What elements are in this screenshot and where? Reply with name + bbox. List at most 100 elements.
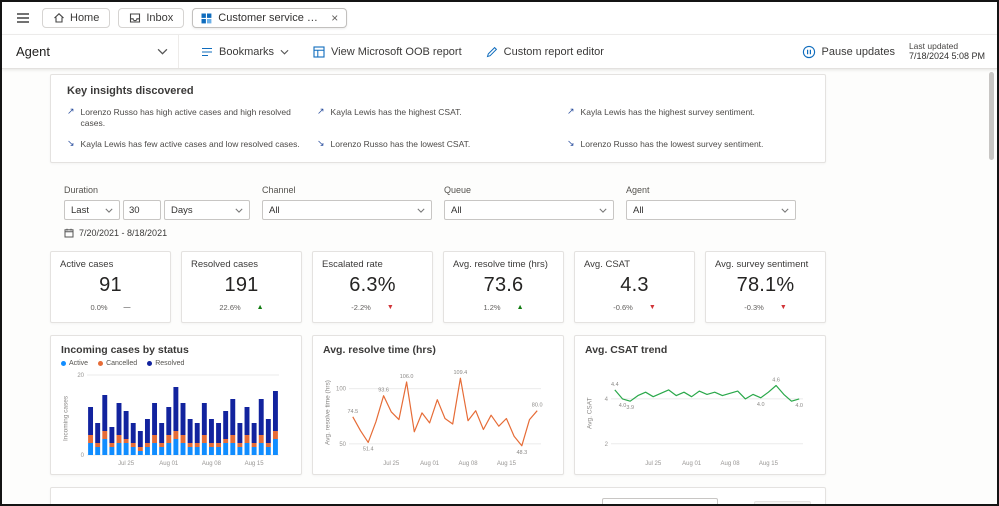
trend-up-icon: ▲ [256, 304, 264, 312]
chevron-down-icon [280, 49, 289, 55]
pencil-icon [486, 46, 498, 58]
vertical-scrollbar[interactable] [989, 72, 994, 160]
svg-text:0: 0 [81, 453, 85, 459]
agent-dropdown[interactable]: All [626, 200, 796, 221]
svg-text:50: 50 [339, 442, 346, 448]
trend-up-right-icon: ↗ [317, 106, 325, 116]
tab-customer-service-historical[interactable]: Customer service his... × [192, 8, 348, 28]
date-range: 7/20/2021 - 8/18/2021 [64, 228, 997, 238]
duration-label: Duration [64, 185, 99, 196]
svg-text:4.0: 4.0 [619, 403, 627, 409]
duration-unit-dropdown[interactable]: Days [164, 200, 250, 221]
kpi-resolved-cases: Resolved cases 191 22.6% ▲ [181, 251, 302, 324]
app-window: Home Inbox Customer service his... × Age… [0, 0, 999, 506]
legend-label: Active [69, 360, 89, 368]
duration-mode-value: Last [71, 204, 89, 216]
last-updated-label: Last updated [908, 40, 959, 51]
inbox-icon [129, 12, 141, 24]
chevron-down-icon [417, 208, 425, 213]
custom-report-editor-button[interactable]: Custom report editor [474, 35, 616, 68]
oob-report-label: View Microsoft OOB report [331, 45, 462, 58]
tab-home[interactable]: Home [42, 8, 111, 28]
kpi-value: 191 [224, 274, 259, 297]
svg-text:106.0: 106.0 [400, 374, 414, 380]
report-canvas: Key insights discovered ↗ Lorenzo Russo … [2, 68, 997, 504]
svg-text:Aug 08: Aug 08 [459, 461, 479, 467]
line-chart[interactable]: 50 100 74.5 51.4 93.6 106.0 109.4 48.3 80.0 Jul 2… [333, 358, 553, 468]
kpi-label: Avg. survey sentiment [715, 259, 809, 271]
y-axis-label: Incoming cases [62, 396, 70, 442]
kpi-delta: -2.2% [351, 303, 371, 313]
svg-text:51.4: 51.4 [363, 447, 374, 453]
last-updated: Last updated 7/18/2024 5:08 PM [909, 41, 985, 63]
duration-mode-dropdown[interactable]: Last [64, 200, 120, 221]
insight-text: Kayla Lewis has the highest CSAT. [330, 107, 462, 117]
insight-item: ↘ Kayla Lewis has few active cases and l… [67, 138, 309, 150]
trend-flat-icon: — [123, 304, 131, 312]
svg-text:4: 4 [605, 397, 609, 403]
trend-down-icon: ▼ [648, 304, 656, 312]
bookmarks-button[interactable]: Bookmarks [189, 35, 301, 68]
tab-inbox-label: Inbox [146, 12, 174, 24]
command-bar: Agent Bookmarks View Microsoft OOB repor… [2, 35, 997, 69]
svg-text:20: 20 [77, 373, 84, 379]
key-insights-title: Key insights discovered [67, 85, 194, 97]
kpi-value: 73.6 [483, 274, 524, 297]
agent-value: All [633, 204, 644, 216]
trend-down-right-icon: ↘ [67, 138, 75, 149]
insight-item: ↗ Kayla Lewis has the highest survey sen… [567, 106, 809, 129]
kpi-avg-survey-sentiment: Avg. survey sentiment 78.1% -0.3% ▼ [705, 251, 826, 324]
svg-text:Aug 15: Aug 15 [245, 461, 265, 467]
stacked-bar-chart[interactable]: 0 20 Jul 25 Aug 01 Aug 08 Aug 15 [71, 369, 291, 468]
bookmarks-icon [201, 47, 213, 57]
trend-up-icon: ▲ [516, 304, 524, 312]
svg-text:109.4: 109.4 [453, 370, 467, 376]
legend-item-resolved[interactable]: Resolved [147, 360, 184, 367]
trend-up-right-icon: ↗ [567, 106, 575, 116]
report-view-selector[interactable]: Agent [2, 35, 179, 68]
insight-item: ↗ Kayla Lewis has the highest CSAT. [317, 106, 559, 129]
close-tab-icon[interactable]: × [331, 12, 338, 24]
kpi-avg-resolve-time: Avg. resolve time (hrs) 73.6 1.2% ▲ [443, 251, 564, 324]
legend-dot [61, 361, 66, 367]
svg-text:4.0: 4.0 [757, 402, 765, 408]
chevron-down-icon [105, 208, 113, 213]
kpi-row: Active cases 91 0.0% — Resolved cases 191… [50, 251, 997, 324]
last-updated-value: 7/18/2024 5:08 PM [908, 51, 985, 62]
tab-inbox[interactable]: Inbox [118, 8, 185, 28]
svg-text:Jul 25: Jul 25 [383, 461, 400, 467]
legend-dot [98, 361, 104, 367]
session-tab-label: Customer service his... [218, 12, 324, 24]
queue-value: All [451, 204, 462, 216]
custom-report-editor-label: Custom report editor [503, 45, 604, 58]
y-axis-label: Avg. resolve time (hrs) [324, 380, 332, 446]
chart-incoming-cases-by-status: Incoming cases by status Active Cancelle… [50, 335, 302, 476]
chart-row: Incoming cases by status Active Cancelle… [50, 335, 997, 476]
search-box [602, 498, 719, 504]
agent-metrics-card: Agent metrics Details [50, 487, 826, 504]
kpi-label: Escalated rate [322, 259, 383, 271]
duration-count-input[interactable] [123, 200, 161, 221]
insight-text: Lorenzo Russo has high active cases and … [80, 107, 291, 129]
line-chart[interactable]: 2 4 4.4 4.0 3.9 4.0 4.6 4.0 Jul 25 Aug 01 Aug 08 Au… [595, 358, 815, 468]
queue-dropdown[interactable]: All [444, 200, 614, 221]
chevron-down-icon [235, 208, 243, 213]
y-axis-label: Avg. CSAT [586, 397, 594, 429]
channel-dropdown[interactable]: All [262, 200, 432, 221]
svg-text:3.9: 3.9 [626, 405, 634, 411]
pause-updates-button[interactable]: Pause updates [802, 45, 895, 59]
view-oob-report-button[interactable]: View Microsoft OOB report [301, 35, 474, 68]
trend-down-icon: ▼ [386, 304, 394, 312]
svg-text:100: 100 [336, 387, 347, 393]
eraser-icon[interactable] [726, 500, 746, 504]
hamburger-menu-icon[interactable] [12, 7, 34, 29]
details-button[interactable]: Details [754, 500, 811, 504]
kpi-delta: -0.6% [613, 303, 633, 313]
kpi-value: 91 [99, 274, 122, 297]
legend-label: Cancelled [106, 360, 138, 368]
legend-item-active[interactable]: Active [61, 360, 88, 367]
duration-unit-value: Days [171, 204, 193, 216]
chevron-down-icon [781, 208, 789, 213]
report-grid-icon [201, 13, 212, 24]
legend-item-cancelled[interactable]: Cancelled [98, 360, 137, 367]
